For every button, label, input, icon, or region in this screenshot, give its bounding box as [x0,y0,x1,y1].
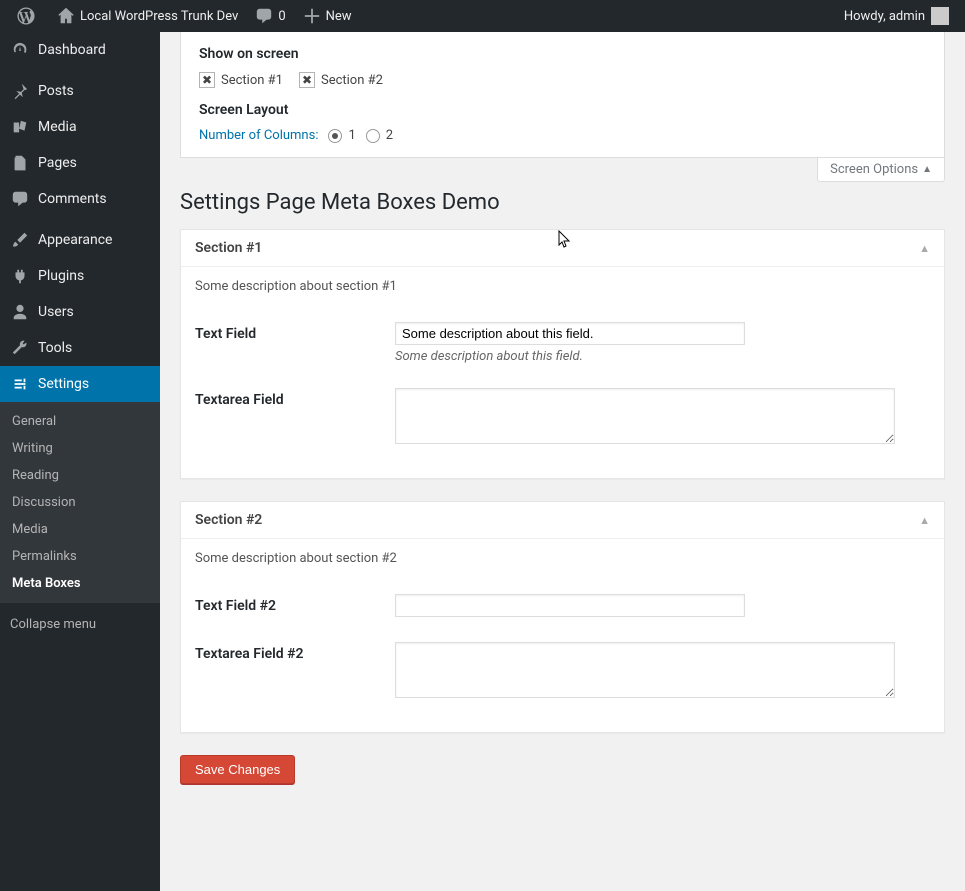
new-content-menu[interactable]: New [294,0,360,32]
sidebar-label: Comments [38,191,107,207]
submenu-item-reading[interactable]: Reading [0,462,160,489]
comments-count: 0 [278,9,285,24]
columns-label: Number of Columns: [199,128,318,143]
site-name-label: Local WordPress Trunk Dev [80,9,238,24]
metabox-description: Some description about section #2 [195,551,930,566]
save-changes-button[interactable]: Save Changes [180,755,295,784]
sidebar-item-appearance[interactable]: Appearance [0,222,160,258]
user-icon [10,302,30,322]
metabox-section-2: Section #2 ▲ Some description about sect… [180,501,945,733]
plug-icon [10,266,30,286]
sidebar-label: Pages [38,155,77,171]
metabox-title: Section #1 [195,240,262,256]
metabox-header[interactable]: Section #1 ▲ [181,230,944,267]
metabox-section-1: Section #1 ▲ Some description about sect… [180,229,945,479]
sidebar-item-users[interactable]: Users [0,294,160,330]
metabox-toggle-icon[interactable]: ▲ [919,514,930,527]
main-content: Show on screen ✖ Section #1 ✖ Section #2… [160,32,965,891]
sidebar-label: Appearance [38,232,112,248]
sidebar-item-comments[interactable]: Comments [0,181,160,217]
screen-layout-heading: Screen Layout [199,102,926,118]
checkbox-label: Section #1 [221,73,283,88]
textarea-field-2-input[interactable] [395,642,895,698]
checkbox-section-1[interactable]: ✖ Section #1 [199,72,283,88]
sidebar-item-posts[interactable]: Posts [0,73,160,109]
radio-columns-1[interactable] [328,129,342,143]
site-name-menu[interactable]: Local WordPress Trunk Dev [48,0,246,32]
sidebar-item-settings[interactable]: Settings [0,366,160,402]
submenu-item-discussion[interactable]: Discussion [0,489,160,516]
sidebar-item-tools[interactable]: Tools [0,330,160,366]
submenu-item-media[interactable]: Media [0,516,160,543]
sidebar-label: Settings [38,376,89,392]
metabox-title: Section #2 [195,512,262,528]
comments-menu[interactable]: 0 [246,0,293,32]
metabox-toggle-icon[interactable]: ▲ [919,242,930,255]
comment-icon [254,6,274,26]
field-description: Some description about this field. [395,349,930,364]
metabox-description: Some description about section #1 [195,279,930,294]
submenu-item-meta-boxes[interactable]: Meta Boxes [0,570,160,597]
pages-icon [10,153,30,173]
comment-icon [10,189,30,209]
submenu-item-general[interactable]: General [0,408,160,435]
wrench-icon [10,338,30,358]
brush-icon [10,230,30,250]
settings-icon [10,374,30,394]
dashboard-icon [10,40,30,60]
sidebar-item-media[interactable]: Media [0,109,160,145]
submenu-item-permalinks[interactable]: Permalinks [0,543,160,570]
howdy-label: Howdy, admin [844,9,925,24]
sidebar-label: Plugins [38,268,84,284]
sidebar-label: Dashboard [38,42,106,58]
text-field-input[interactable] [395,322,745,345]
account-menu[interactable]: Howdy, admin [836,0,957,32]
field-label: Textarea Field #2 [195,630,395,714]
home-icon [56,6,76,26]
submenu-item-writing[interactable]: Writing [0,435,160,462]
checkbox-icon: ✖ [199,72,215,88]
text-field-2-input[interactable] [395,594,745,617]
new-label: New [326,9,352,24]
collapse-label: Collapse menu [10,617,96,632]
page-title: Settings Page Meta Boxes Demo [180,182,945,215]
radio-columns-2[interactable] [366,129,380,143]
screen-options-panel: Show on screen ✖ Section #1 ✖ Section #2… [180,32,945,158]
wordpress-logo-icon [16,6,36,26]
field-label: Textarea Field [195,376,395,460]
sidebar-item-pages[interactable]: Pages [0,145,160,181]
field-label: Text Field #2 [195,582,395,630]
media-icon [10,117,30,137]
sidebar-label: Media [38,119,77,135]
checkbox-section-2[interactable]: ✖ Section #2 [299,72,383,88]
screen-options-tab-label: Screen Options [830,162,918,177]
sidebar-label: Tools [38,340,72,356]
checkbox-icon: ✖ [299,72,315,88]
screen-options-tab[interactable]: Screen Options ▲ [817,158,945,182]
field-label: Text Field [195,310,395,376]
sidebar-label: Posts [38,83,74,99]
wp-logo-menu[interactable] [8,0,48,32]
checkbox-label: Section #2 [321,73,383,88]
admin-sidebar: Dashboard Posts Media Pages Comments App… [0,32,160,891]
collapse-menu-button[interactable]: Collapse menu [0,609,160,640]
admin-toolbar: Local WordPress Trunk Dev 0 New Howdy, a… [0,0,965,32]
settings-submenu: General Writing Reading Discussion Media… [0,402,160,603]
caret-up-icon: ▲ [922,164,932,175]
pin-icon [10,81,30,101]
sidebar-label: Users [38,304,74,320]
sidebar-item-dashboard[interactable]: Dashboard [0,32,160,68]
metabox-header[interactable]: Section #2 ▲ [181,502,944,539]
radio-label: 1 [348,128,355,143]
show-on-screen-heading: Show on screen [199,46,926,62]
radio-label: 2 [386,128,393,143]
sidebar-item-plugins[interactable]: Plugins [0,258,160,294]
plus-icon [302,6,322,26]
avatar [931,7,949,25]
textarea-field-input[interactable] [395,388,895,444]
